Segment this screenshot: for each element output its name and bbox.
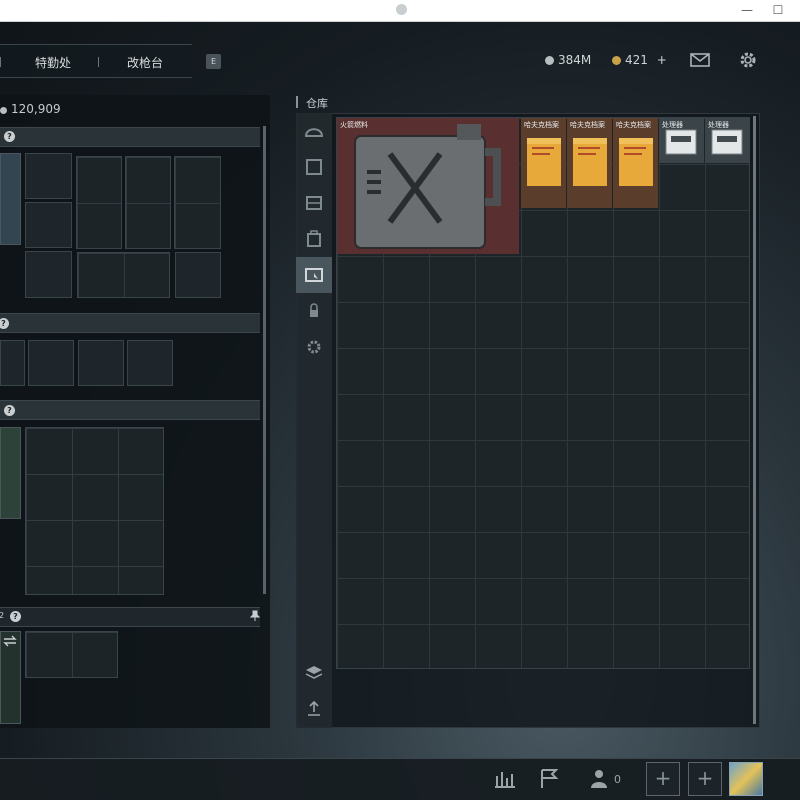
folder-icon [527,138,561,186]
section-header-1 [0,127,407,147]
gear-slot[interactable] [175,252,221,298]
stash-item-rocket-fuel[interactable]: 火箭燃料 [337,118,519,254]
case-grid[interactable] [25,631,118,678]
help-icon[interactable]: ? [4,405,15,416]
rig-icon[interactable] [302,191,326,215]
stash-title-marker [296,96,298,108]
backpack-icon[interactable] [302,227,326,251]
help-icon[interactable]: ? [10,611,21,622]
loadout-money: 120,909 [0,102,61,116]
player-avatar[interactable] [729,762,763,796]
nav-divider [0,57,1,67]
silver-coin-icon [545,56,554,65]
minimize-button[interactable]: — [740,3,754,17]
tab-gunsmith[interactable]: 改枪台 [127,54,163,71]
settings-icon[interactable] [302,335,326,359]
pocket-slot[interactable] [0,340,25,386]
case-icon[interactable] [302,263,326,287]
top-nav: 特勤处 改枪台 [0,44,192,78]
flag-icon[interactable] [532,762,566,796]
silver-amount: 384M [558,53,592,67]
sort-icon[interactable] [302,697,326,721]
pin-icon[interactable] [250,610,260,622]
gear-grid[interactable] [77,252,170,298]
section-header-3 [0,400,260,420]
gear-grid[interactable] [76,156,122,249]
nav-divider [98,57,99,67]
squad-count: 0 [614,773,621,786]
money-value: 120,909 [11,102,61,116]
silver-currency: 384M [545,53,591,67]
folder-icon [573,138,607,186]
gold-currency: 421 + [612,53,667,67]
processor-icon [711,129,743,155]
gear-icon[interactable] [737,50,759,70]
gear-slot[interactable] [25,251,72,298]
gear-slot[interactable] [25,202,72,248]
pocket-slot[interactable] [127,340,173,386]
coin-icon [0,107,7,114]
jerrycan-icon [354,124,501,249]
maximize-button[interactable]: ☐ [771,3,785,17]
stash-item-haavk-file[interactable]: 哈夫克档案 [521,118,566,208]
backpack-grid[interactable] [25,427,164,595]
gear-grid[interactable] [174,156,221,249]
section-prefix: 2 [0,611,5,620]
stash-item-haavk-file[interactable]: 哈夫克档案 [613,118,658,208]
add-squad-member-button[interactable]: + [688,762,722,796]
item-label: 哈夫克档案 [570,121,605,129]
equipped-backpack-image[interactable] [0,427,21,519]
loadout-scrollbar[interactable] [263,126,266,594]
bottom-bar [0,758,800,800]
stats-icon[interactable] [488,762,522,796]
helmet-icon[interactable] [302,119,326,143]
pocket-slot[interactable] [28,340,74,386]
swap-icon[interactable] [3,635,17,647]
gear-slot[interactable] [25,153,72,199]
processor-icon [665,129,697,155]
lock-icon[interactable] [302,299,326,323]
gold-coin-icon [612,56,621,65]
equipped-item-image[interactable] [0,153,21,245]
stash-item-processor[interactable]: 处理器 [659,118,704,163]
item-label: 哈夫克档案 [616,121,651,129]
item-label: 哈夫克档案 [524,121,559,129]
add-squad-member-button[interactable]: + [646,762,680,796]
stash-scrollbar[interactable] [753,116,756,724]
stash-item-processor[interactable]: 处理器 [705,118,750,163]
add-gold-button[interactable]: + [657,53,667,67]
gear-grid[interactable] [125,156,171,249]
section-header-4 [0,607,260,627]
hotkey-e-badge: E [206,54,221,69]
folder-icon [619,138,653,186]
help-icon[interactable]: ? [4,131,15,142]
stash-item-haavk-file[interactable]: 哈夫克档案 [567,118,612,208]
layers-icon[interactable] [302,661,326,685]
stash-title: 仓库 [306,97,328,110]
tab-special-ops[interactable]: 特勤处 [35,54,71,71]
section-header-2 [0,313,260,333]
armor-icon[interactable] [302,155,326,179]
mail-icon[interactable] [689,50,711,70]
gold-amount: 421 [625,53,648,67]
pocket-slot[interactable] [78,340,124,386]
